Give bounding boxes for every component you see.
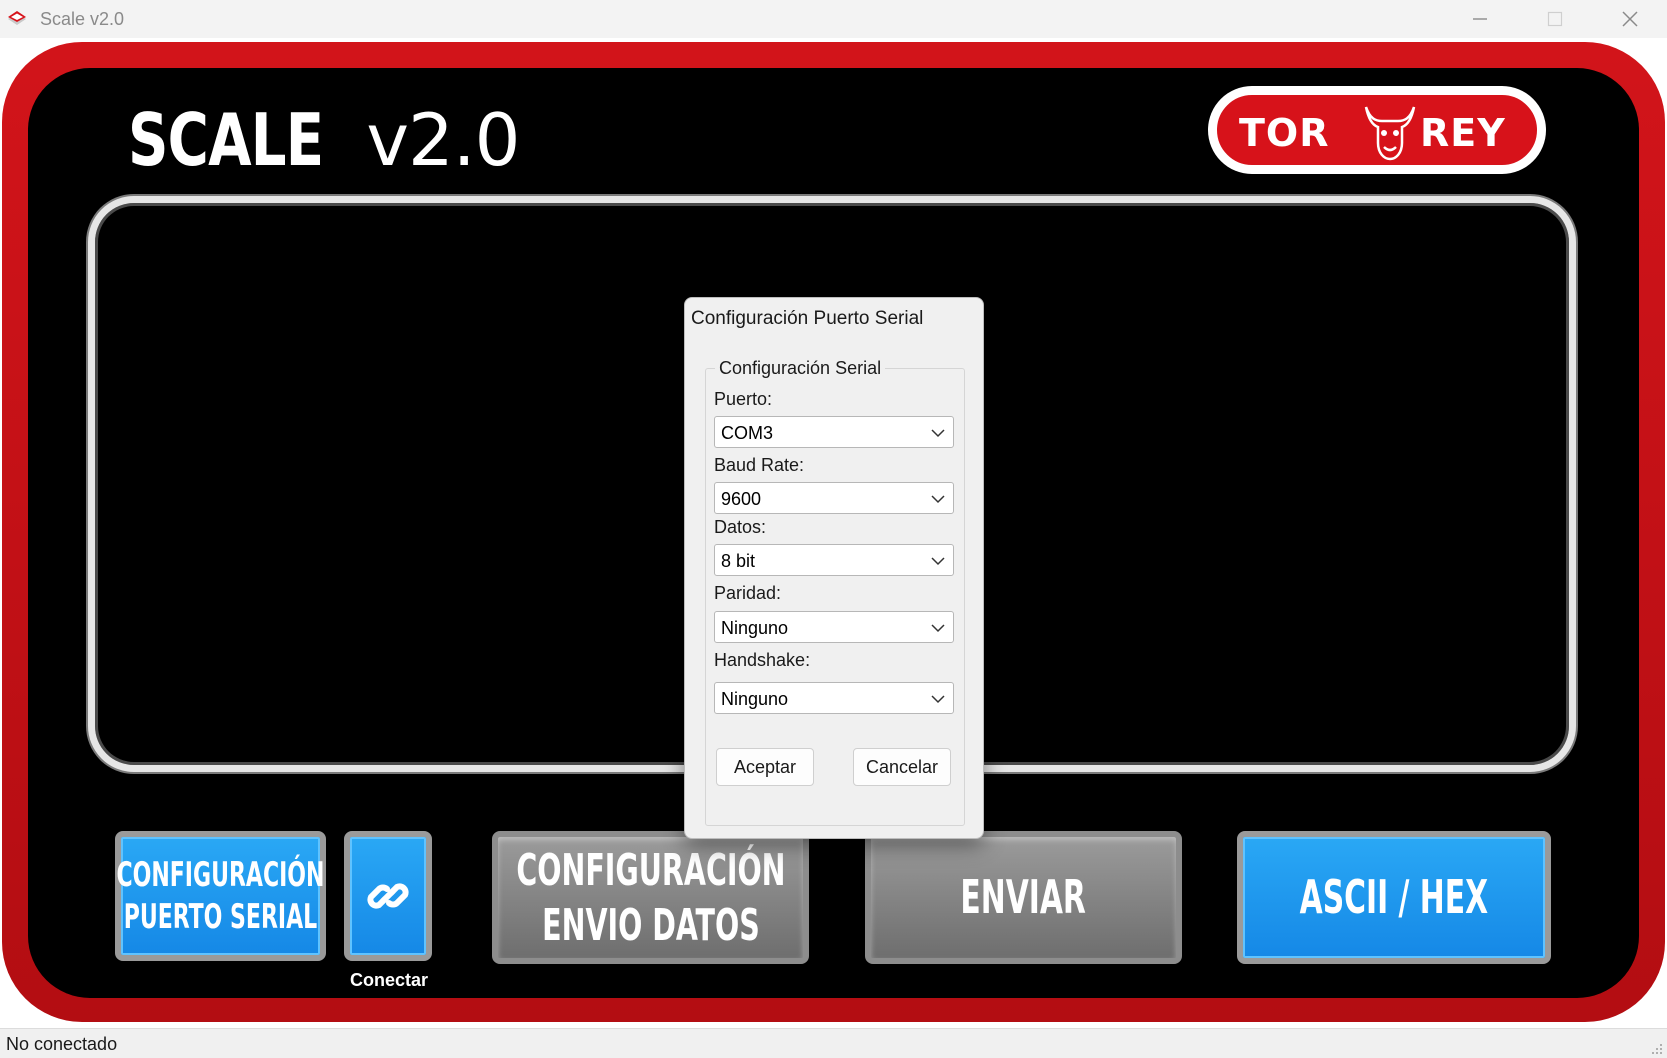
brand-logo-badge: TOR REY: [1214, 92, 1540, 168]
data-send-config-label-line2: ENVIO DATOS: [541, 899, 760, 951]
connection-status: No conectado: [6, 1034, 118, 1054]
ascii-hex-label: ASCII / HEX: [1299, 869, 1489, 924]
main-window: SCALE v2.0 TOR REY CONFIGURACIÓN PUERTO …: [0, 38, 1667, 1028]
groupbox-label: Configuración Serial: [715, 358, 886, 379]
chevron-down-icon: [931, 624, 945, 633]
parity-select[interactable]: Ninguno: [714, 611, 954, 643]
window-title: Scale v2.0: [40, 9, 125, 29]
brand-logo-text-left: TOR: [1239, 111, 1330, 155]
data-send-config-button[interactable]: CONFIGURACIÓN ENVIO DATOS: [492, 831, 809, 964]
baud-rate-value: 9600: [721, 489, 762, 509]
chevron-down-icon: [931, 557, 945, 566]
data-bits-label: Datos:: [714, 517, 767, 537]
port-label: Puerto:: [714, 389, 773, 409]
minimize-icon: [1473, 18, 1487, 20]
close-icon: [1622, 11, 1638, 27]
port-select[interactable]: COM3: [714, 416, 954, 448]
dialog-title: Configuración Puerto Serial: [691, 308, 924, 329]
bull-head-icon: [1364, 106, 1416, 161]
handshake-select[interactable]: Ninguno: [714, 682, 954, 714]
window-titlebar: Scale v2.0: [0, 0, 1667, 38]
app-title: SCALE v2.0: [128, 98, 521, 182]
brand-logo-text-right: REY: [1420, 111, 1506, 155]
baud-rate-select[interactable]: 9600: [714, 482, 954, 514]
status-bar: No conectado: [0, 1028, 1667, 1058]
close-button[interactable]: [1595, 0, 1665, 38]
handshake-label: Handshake:: [714, 650, 811, 670]
app-title-version: v2.0: [366, 98, 520, 182]
baud-rate-label: Baud Rate:: [714, 455, 805, 475]
handshake-value: Ninguno: [721, 689, 789, 709]
parity-label: Paridad:: [714, 583, 782, 603]
parity-value: Ninguno: [721, 618, 789, 638]
link-icon: [367, 883, 409, 909]
app-title-name: SCALE: [128, 98, 324, 182]
maximize-icon: [1547, 11, 1563, 27]
send-button[interactable]: ENVIAR: [865, 831, 1182, 964]
serial-config-button[interactable]: CONFIGURACIÓN PUERTO SERIAL: [115, 831, 326, 961]
send-button-label: ENVIAR: [960, 869, 1087, 924]
chevron-down-icon: [931, 495, 945, 504]
resize-grip-icon[interactable]: [1649, 1041, 1663, 1055]
brand-logo: TOR REY: [1208, 86, 1546, 174]
connect-button[interactable]: [344, 831, 432, 961]
serial-config-label-line2: PUERTO SERIAL: [123, 897, 318, 937]
cancel-button[interactable]: Cancelar: [853, 748, 951, 786]
data-bits-select[interactable]: 8 bit: [714, 544, 954, 576]
scale-app-icon: [8, 11, 26, 25]
port-value: COM3: [721, 423, 774, 443]
connect-label: Conectar: [349, 970, 429, 990]
serial-config-dialog: Configuración Puerto Serial Configuració…: [684, 297, 984, 839]
ascii-hex-toggle-button[interactable]: ASCII / HEX: [1237, 831, 1551, 964]
chevron-down-icon: [931, 429, 945, 438]
chevron-down-icon: [931, 695, 945, 704]
maximize-button[interactable]: [1520, 0, 1590, 38]
minimize-button[interactable]: [1445, 0, 1515, 38]
accept-button[interactable]: Aceptar: [716, 748, 814, 786]
serial-config-label-line1: CONFIGURACIÓN: [116, 854, 325, 895]
data-bits-value: 8 bit: [721, 551, 756, 571]
data-send-config-label-line1: CONFIGURACIÓN: [515, 844, 786, 896]
